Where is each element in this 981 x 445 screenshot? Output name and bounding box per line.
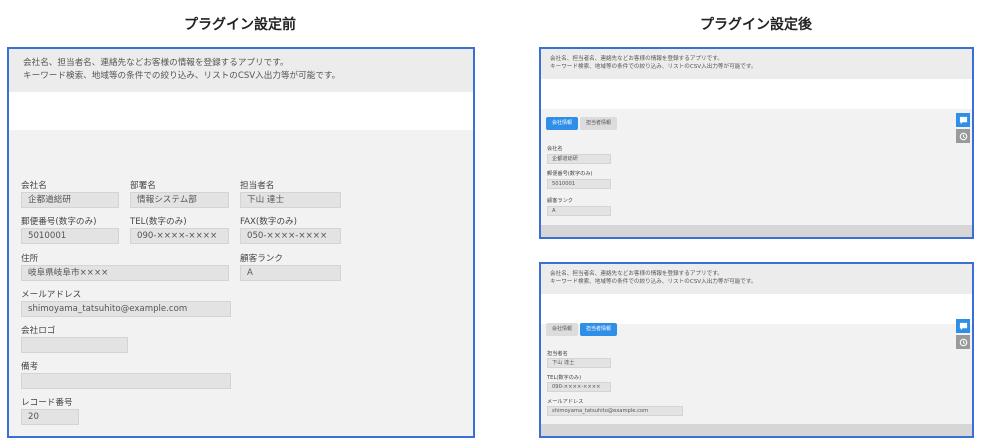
- tab-company-info[interactable]: 会社情報: [546, 117, 579, 130]
- blank-space: [541, 294, 972, 324]
- tel-label: TEL(数字のみ): [130, 217, 187, 227]
- rank-field[interactable]: A: [240, 265, 341, 281]
- after-company-tab-screen: 会社名、担当者名、連絡先などお客様の情報を登録するアプリです。 キーワード検索、…: [539, 47, 974, 239]
- app-description: 会社名、担当者名、連絡先などお客様の情報を登録するアプリです。 キーワード検索、…: [9, 49, 473, 92]
- blank-space: [9, 92, 473, 130]
- tab-person-info[interactable]: 担当者情報: [580, 117, 618, 130]
- history-button[interactable]: [956, 335, 970, 349]
- tel-label: TEL(数字のみ): [547, 375, 582, 381]
- description-line-2: キーワード検索、地域等の条件での絞り込み、リストのCSV入出力等が可能です。: [550, 279, 757, 286]
- rank-field[interactable]: A: [547, 206, 611, 216]
- rank-label: 顧客ランク: [547, 198, 573, 204]
- tab-company-info[interactable]: 会社情報: [546, 323, 579, 336]
- department-label: 部署名: [130, 181, 156, 191]
- fax-label: FAX(数字のみ): [240, 217, 298, 227]
- tel-field[interactable]: 090-××××-××××: [130, 228, 229, 244]
- record-footer: [541, 424, 972, 436]
- tab-person-info[interactable]: 担当者情報: [580, 323, 618, 336]
- person-field[interactable]: 下山 達士: [547, 358, 611, 368]
- blank-space: [541, 79, 972, 109]
- person-field[interactable]: 下山 達士: [240, 192, 341, 208]
- zip-label: 郵便番号(数字のみ): [547, 171, 593, 177]
- record-number-field: 20: [21, 409, 79, 425]
- company-label: 会社名: [21, 181, 47, 191]
- history-button[interactable]: [956, 129, 970, 143]
- description-line-2: キーワード検索、地域等の条件での絞り込み、リストのCSV入出力等が可能です。: [550, 64, 757, 71]
- history-icon: [959, 338, 967, 346]
- description-line-2: キーワード検索、地域等の条件での絞り込み、リストのCSV入出力等が可能です。: [23, 70, 341, 81]
- email-field[interactable]: shimoyama_tatsuhito@example.com: [21, 301, 231, 317]
- comment-button[interactable]: [956, 319, 970, 333]
- person-label: 担当者名: [240, 181, 275, 191]
- notes-field[interactable]: [21, 373, 231, 389]
- fax-field[interactable]: 050-××××-××××: [240, 228, 341, 244]
- address-label: 住所: [21, 254, 39, 264]
- before-record-screen: 会社名、担当者名、連絡先などお客様の情報を登録するアプリです。 キーワード検索、…: [7, 47, 475, 438]
- app-description: 会社名、担当者名、連絡先などお客様の情報を登録するアプリです。 キーワード検索、…: [541, 264, 972, 294]
- notes-label: 備考: [21, 362, 39, 372]
- email-label: メールアドレス: [21, 290, 82, 300]
- zip-label: 郵便番号(数字のみ): [21, 217, 97, 227]
- history-icon: [959, 132, 967, 140]
- record-number-label: レコード番号: [21, 398, 73, 408]
- before-heading: プラグイン設定前: [184, 17, 296, 33]
- record-footer: [541, 225, 972, 237]
- department-field[interactable]: 情報システム部: [130, 192, 229, 208]
- after-person-tab-screen: 会社名、担当者名、連絡先などお客様の情報を登録するアプリです。 キーワード検索、…: [539, 262, 974, 438]
- email-label: メールアドレス: [547, 399, 584, 405]
- after-heading: プラグイン設定後: [700, 17, 812, 33]
- description-line-1: 会社名、担当者名、連絡先などお客様の情報を登録するアプリです。: [550, 271, 723, 277]
- tel-field[interactable]: 090-××××-××××: [547, 382, 611, 392]
- logo-label: 会社ロゴ: [21, 326, 56, 336]
- app-description: 会社名、担当者名、連絡先などお客様の情報を登録するアプリです。 キーワード検索、…: [541, 49, 972, 79]
- description-line-1: 会社名、担当者名、連絡先などお客様の情報を登録するアプリです。: [23, 58, 289, 68]
- zip-field[interactable]: 5010001: [547, 179, 611, 189]
- rank-label: 顧客ランク: [240, 254, 283, 264]
- description-line-1: 会社名、担当者名、連絡先などお客様の情報を登録するアプリです。: [550, 56, 723, 62]
- email-field[interactable]: shimoyama_tatsuhito@example.com: [547, 406, 683, 416]
- comment-icon: [959, 116, 967, 124]
- company-field[interactable]: 企都道総研: [547, 154, 611, 164]
- company-field[interactable]: 企都道総研: [21, 192, 119, 208]
- person-label: 担当者名: [547, 351, 568, 357]
- zip-field[interactable]: 5010001: [21, 228, 119, 244]
- comment-icon: [959, 322, 967, 330]
- address-field[interactable]: 岐阜県岐阜市××××: [21, 265, 229, 281]
- comment-button[interactable]: [956, 113, 970, 127]
- logo-field[interactable]: [21, 337, 128, 353]
- company-label: 会社名: [547, 146, 563, 152]
